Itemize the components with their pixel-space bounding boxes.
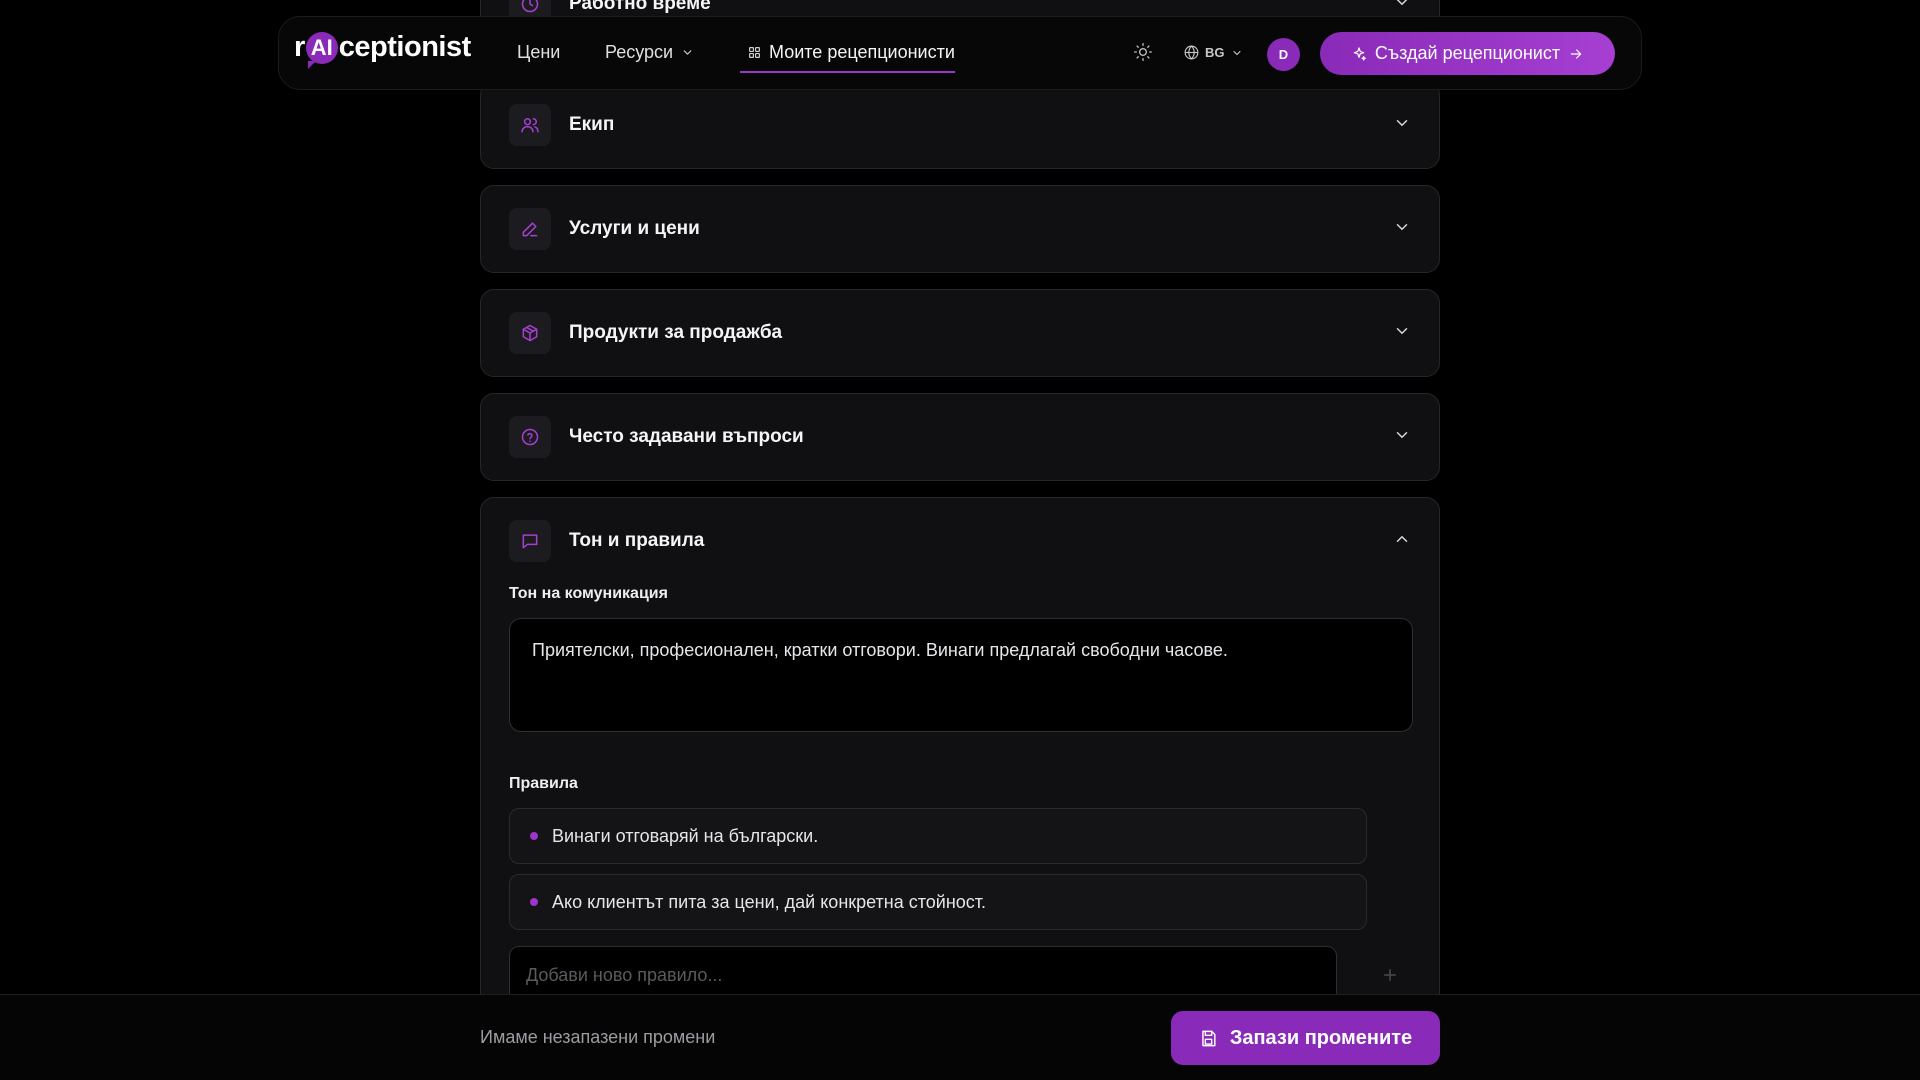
save-changes-label: Запази промените	[1229, 1026, 1413, 1049]
theme-toggle-button[interactable]	[1133, 42, 1155, 64]
section-title: Често задавани въпроси	[569, 426, 804, 447]
grid-icon	[749, 47, 760, 58]
sparkle-icon	[1353, 46, 1366, 61]
logo-suffix: ceptionist	[338, 31, 471, 63]
nav-resources-label: Ресурси	[605, 42, 674, 62]
section-team[interactable]: Екип	[480, 81, 1440, 169]
chevron-up-icon[interactable]	[1393, 530, 1411, 553]
message-square-icon	[509, 520, 551, 562]
bullet-dot	[530, 832, 538, 840]
save-bar: Имаме незапазени промени Запази променит…	[0, 994, 1920, 1080]
create-receptionist-label: Създай рецепционист	[1374, 43, 1561, 63]
create-receptionist-button[interactable]: Създай рецепционист	[1320, 32, 1615, 75]
section-tone-rules-header[interactable]: Тон и правила	[481, 498, 1439, 584]
language-code: BG	[1205, 45, 1225, 60]
tone-label: Тон на комуникация	[509, 585, 668, 602]
chevron-down-icon[interactable]	[1393, 426, 1411, 449]
nav-pricing[interactable]: Цени	[517, 42, 560, 63]
tone-textarea[interactable]: Приятелски, професионален, кратки отгово…	[509, 618, 1413, 732]
chevron-down-icon[interactable]	[1393, 218, 1411, 241]
arrow-right-icon	[1570, 48, 1582, 59]
help-circle-icon	[509, 416, 551, 458]
unsaved-changes-text: Имаме незапазени промени	[480, 1027, 716, 1047]
logo-ai-badge: AI	[305, 31, 338, 69]
bullet-dot	[530, 898, 538, 906]
logo[interactable]: r AI ceptionist	[294, 31, 471, 69]
nav-resources[interactable]: Ресурси	[605, 42, 694, 63]
chevron-down-icon	[683, 50, 692, 55]
language-selector[interactable]: BG	[1183, 44, 1243, 61]
section-title: Тон и правила	[569, 530, 705, 551]
globe-icon	[1184, 45, 1199, 60]
logo-prefix: r	[294, 31, 305, 63]
pencil-icon	[509, 208, 551, 250]
section-title: Екип	[569, 114, 615, 135]
nav-my-receptionists-label: Моите рецепционисти	[769, 42, 955, 62]
chevron-down-icon[interactable]	[1393, 322, 1411, 345]
section-tone-rules: Тон и правила Тон на комуникация Приятел…	[480, 497, 1440, 1057]
section-title: Услуги и цени	[569, 218, 700, 239]
box-icon	[509, 312, 551, 354]
save-icon	[1202, 1030, 1216, 1046]
nav-my-receptionists[interactable]: Моите рецепционисти	[740, 42, 955, 73]
avatar[interactable]: D	[1267, 38, 1300, 71]
rule-item[interactable]: Ако клиентът пита за цени, дай конкретна…	[509, 874, 1367, 930]
chevron-down-icon[interactable]	[1393, 0, 1411, 16]
rule-text: Ако клиентът пита за цени, дай конкретна…	[552, 891, 987, 912]
section-services-prices[interactable]: Услуги и цени	[480, 185, 1440, 273]
users-icon	[509, 104, 551, 146]
rule-text: Винаги отговаряй на български.	[552, 825, 819, 846]
section-title: Работно време	[569, 0, 711, 14]
chevron-down-icon	[1232, 50, 1241, 55]
rule-item[interactable]: Винаги отговаряй на български.	[509, 808, 1367, 864]
chevron-down-icon[interactable]	[1393, 114, 1411, 137]
section-faq[interactable]: Често задавани въпроси	[480, 393, 1440, 481]
nav-pricing-label: Цени	[517, 42, 561, 62]
add-rule-button[interactable]	[1367, 952, 1413, 998]
top-navbar: r AI ceptionist Цени Ресурси Моите рецеп…	[278, 16, 1642, 90]
save-changes-button[interactable]: Запази промените	[1171, 1011, 1440, 1065]
sun-icon	[1134, 43, 1152, 61]
plus-icon	[1384, 969, 1396, 981]
rules-label: Правила	[509, 775, 578, 792]
section-title: Продукти за продажба	[569, 322, 783, 343]
section-products[interactable]: Продукти за продажба	[480, 289, 1440, 377]
